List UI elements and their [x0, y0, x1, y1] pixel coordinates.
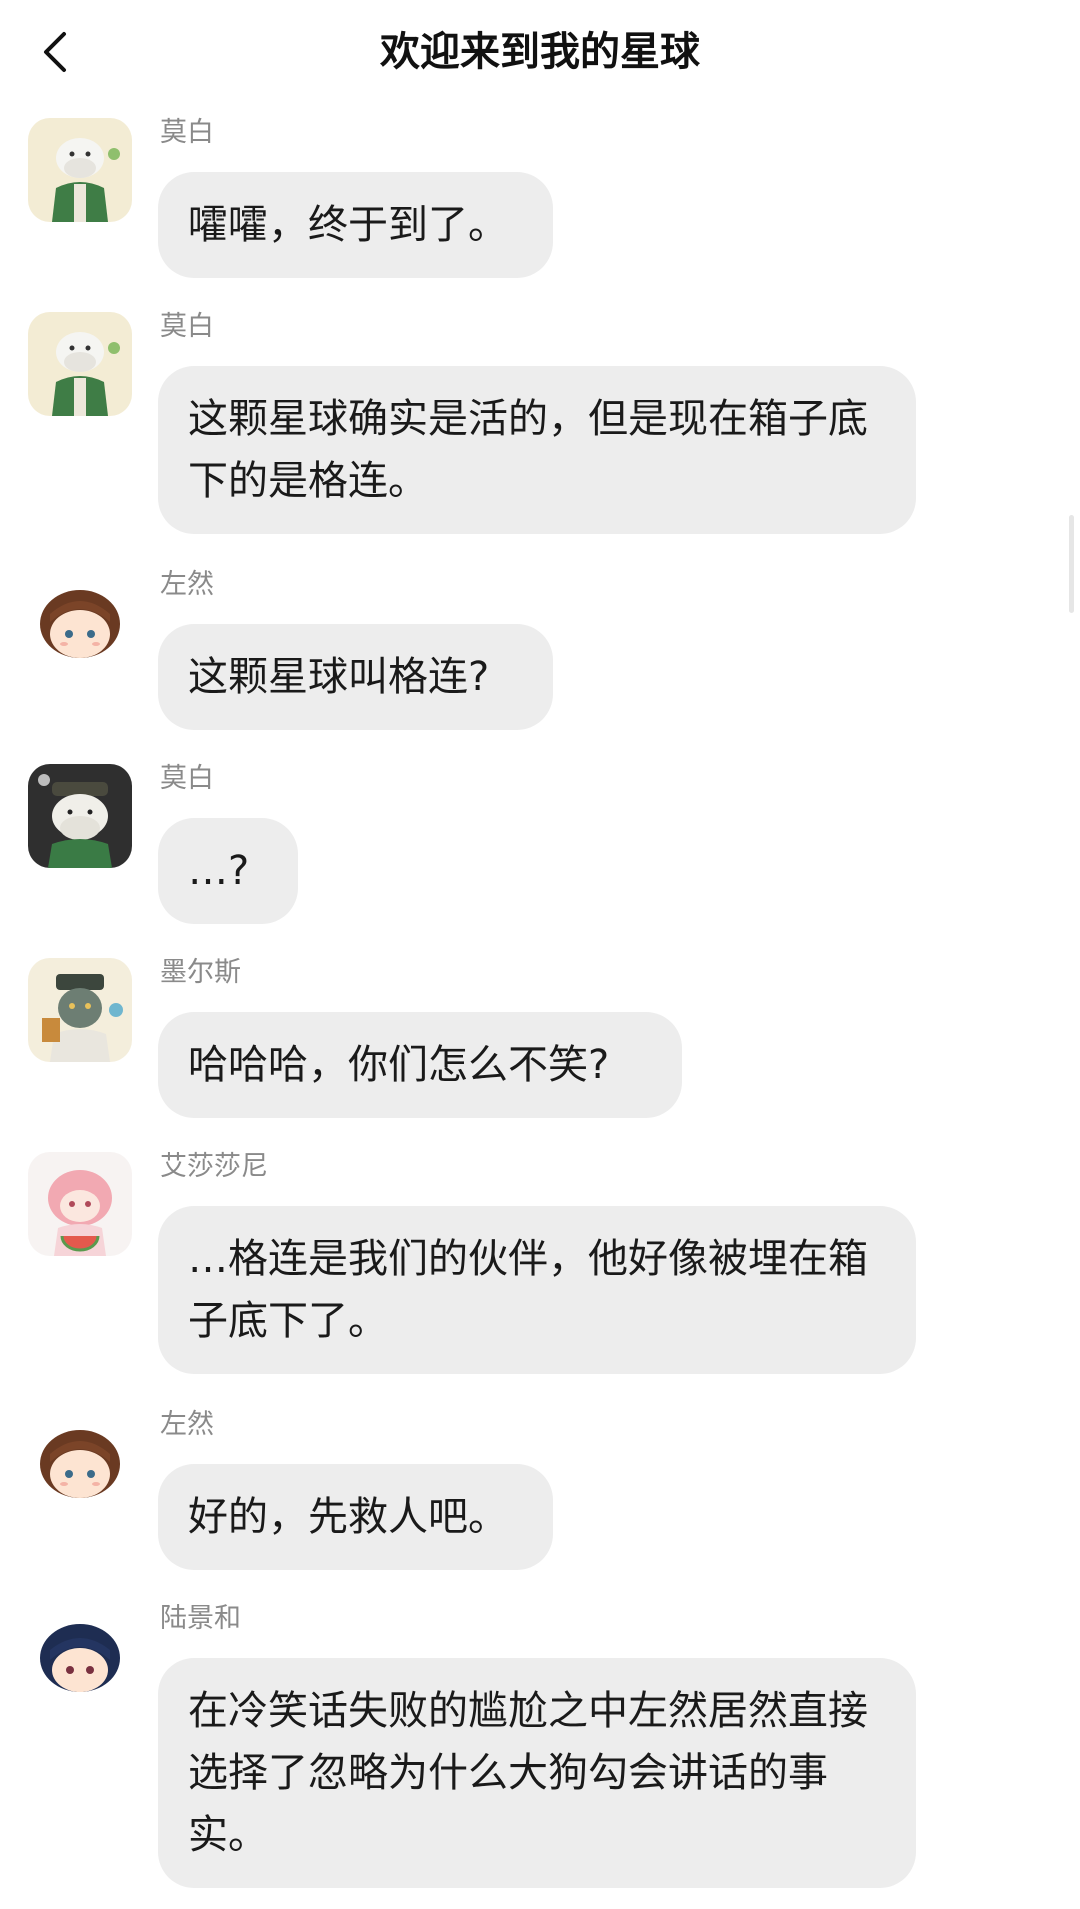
message-bubble[interactable]: 在冷笑话失败的尴尬之中左然居然直接选择了忽略为什么大狗勾会讲话的事实。 [158, 1658, 916, 1888]
message-bubble[interactable]: 这颗星球确实是活的，但是现在箱子底下的是格连。 [158, 366, 916, 534]
message-bubble[interactable]: …? [158, 818, 298, 924]
message-bubble[interactable]: 这颗星球叫格连? [158, 624, 553, 730]
sender-name: 艾莎莎尼 [160, 1151, 268, 1182]
avatar[interactable] [28, 118, 132, 222]
message-bubble[interactable]: 哈哈哈，你们怎么不笑? [158, 1012, 682, 1118]
avatar-image [28, 1410, 132, 1514]
avatar[interactable] [28, 570, 132, 674]
sender-name: 莫白 [160, 763, 214, 794]
avatar[interactable] [28, 1152, 132, 1256]
avatar-image [28, 764, 132, 868]
sender-name: 墨尔斯 [160, 957, 241, 988]
avatar-image [28, 118, 132, 222]
sender-name: 莫白 [160, 117, 214, 148]
avatar-image [28, 570, 132, 674]
scrollbar[interactable] [1069, 515, 1074, 613]
avatar[interactable] [28, 1410, 132, 1514]
avatar[interactable] [28, 312, 132, 416]
sender-name: 陆景和 [160, 1603, 241, 1634]
avatar[interactable] [28, 764, 132, 868]
avatar[interactable] [28, 958, 132, 1062]
avatar-image [28, 1604, 132, 1708]
avatar-image [28, 1152, 132, 1256]
avatar-image [28, 958, 132, 1062]
top-bar: 欢迎来到我的星球 [0, 0, 1080, 108]
message-bubble[interactable]: 好的，先救人吧。 [158, 1464, 553, 1570]
sender-name: 左然 [160, 1409, 214, 1440]
message-bubble[interactable]: …格连是我们的伙伴，他好像被埋在箱子底下了。 [158, 1206, 916, 1374]
avatar[interactable] [28, 1604, 132, 1708]
avatar-image [28, 312, 132, 416]
sender-name: 莫白 [160, 311, 214, 342]
message-bubble[interactable]: 嚯嚯，终于到了。 [158, 172, 553, 278]
page-title: 欢迎来到我的星球 [380, 29, 700, 75]
sender-name: 左然 [160, 569, 214, 600]
